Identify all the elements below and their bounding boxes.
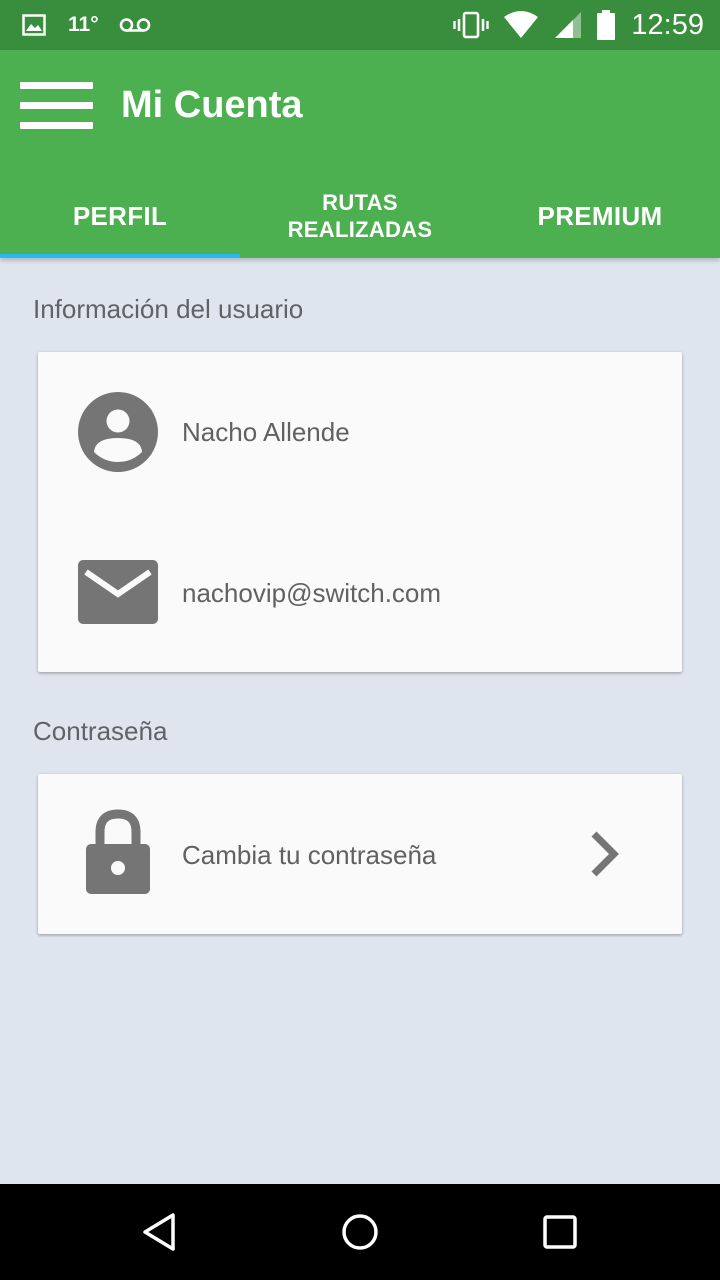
status-left: 11° xyxy=(22,0,151,50)
user-name: Nacho Allende xyxy=(182,417,350,447)
user-email: nachovip@switch.com xyxy=(182,578,442,608)
tab-label: RUTAS REALIZADAS xyxy=(287,190,433,242)
vibrate-icon xyxy=(453,11,490,39)
system-nav-bar xyxy=(0,1184,720,1280)
clock-text: 12:59 xyxy=(631,8,704,41)
mail-icon xyxy=(78,560,158,624)
section-title-user-info: Información del usuario xyxy=(33,294,304,324)
change-password-label: Cambia tu contraseña xyxy=(182,840,437,870)
voicemail-icon xyxy=(119,16,151,34)
signal-icon xyxy=(553,10,583,40)
user-info-card: Nacho Allende nachovip@switch.com xyxy=(38,352,682,672)
tab-perfil[interactable]: PERFIL xyxy=(0,174,240,258)
app-bar: Mi Cuenta PERFIL RUTAS REALIZADAS PREMIU… xyxy=(0,50,720,258)
hamburger-menu-icon[interactable] xyxy=(20,82,93,130)
home-icon[interactable] xyxy=(300,1184,420,1280)
tab-premium[interactable]: PREMIUM xyxy=(480,174,720,258)
status-right: 12:59 xyxy=(453,0,704,50)
account-circle-icon xyxy=(78,392,158,472)
page-title: Mi Cuenta xyxy=(121,84,303,126)
tab-label: PERFIL xyxy=(72,200,168,231)
change-password-card[interactable]: Cambia tu contraseña xyxy=(38,774,682,934)
battery-icon xyxy=(597,10,616,40)
chevron-right-icon xyxy=(588,830,622,882)
user-email-row: nachovip@switch.com xyxy=(38,512,682,672)
tab-rutas-realizadas[interactable]: RUTAS REALIZADAS xyxy=(240,174,480,258)
image-icon xyxy=(22,14,46,36)
back-icon[interactable] xyxy=(100,1184,220,1280)
temperature-text: 11° xyxy=(68,13,99,36)
status-bar: 11° 12:59 xyxy=(0,0,720,50)
selected-tab-indicator xyxy=(0,254,240,258)
lock-icon xyxy=(78,808,158,896)
user-name-row: Nacho Allende xyxy=(38,352,682,512)
section-title-password: Contraseña xyxy=(33,716,168,746)
tab-bar: PERFIL RUTAS REALIZADAS PREMIUM xyxy=(0,174,720,258)
recents-icon[interactable] xyxy=(500,1184,620,1280)
change-password-row[interactable]: Cambia tu contraseña xyxy=(38,774,682,934)
wifi-icon xyxy=(503,11,539,39)
tab-label: PREMIUM xyxy=(537,200,663,231)
